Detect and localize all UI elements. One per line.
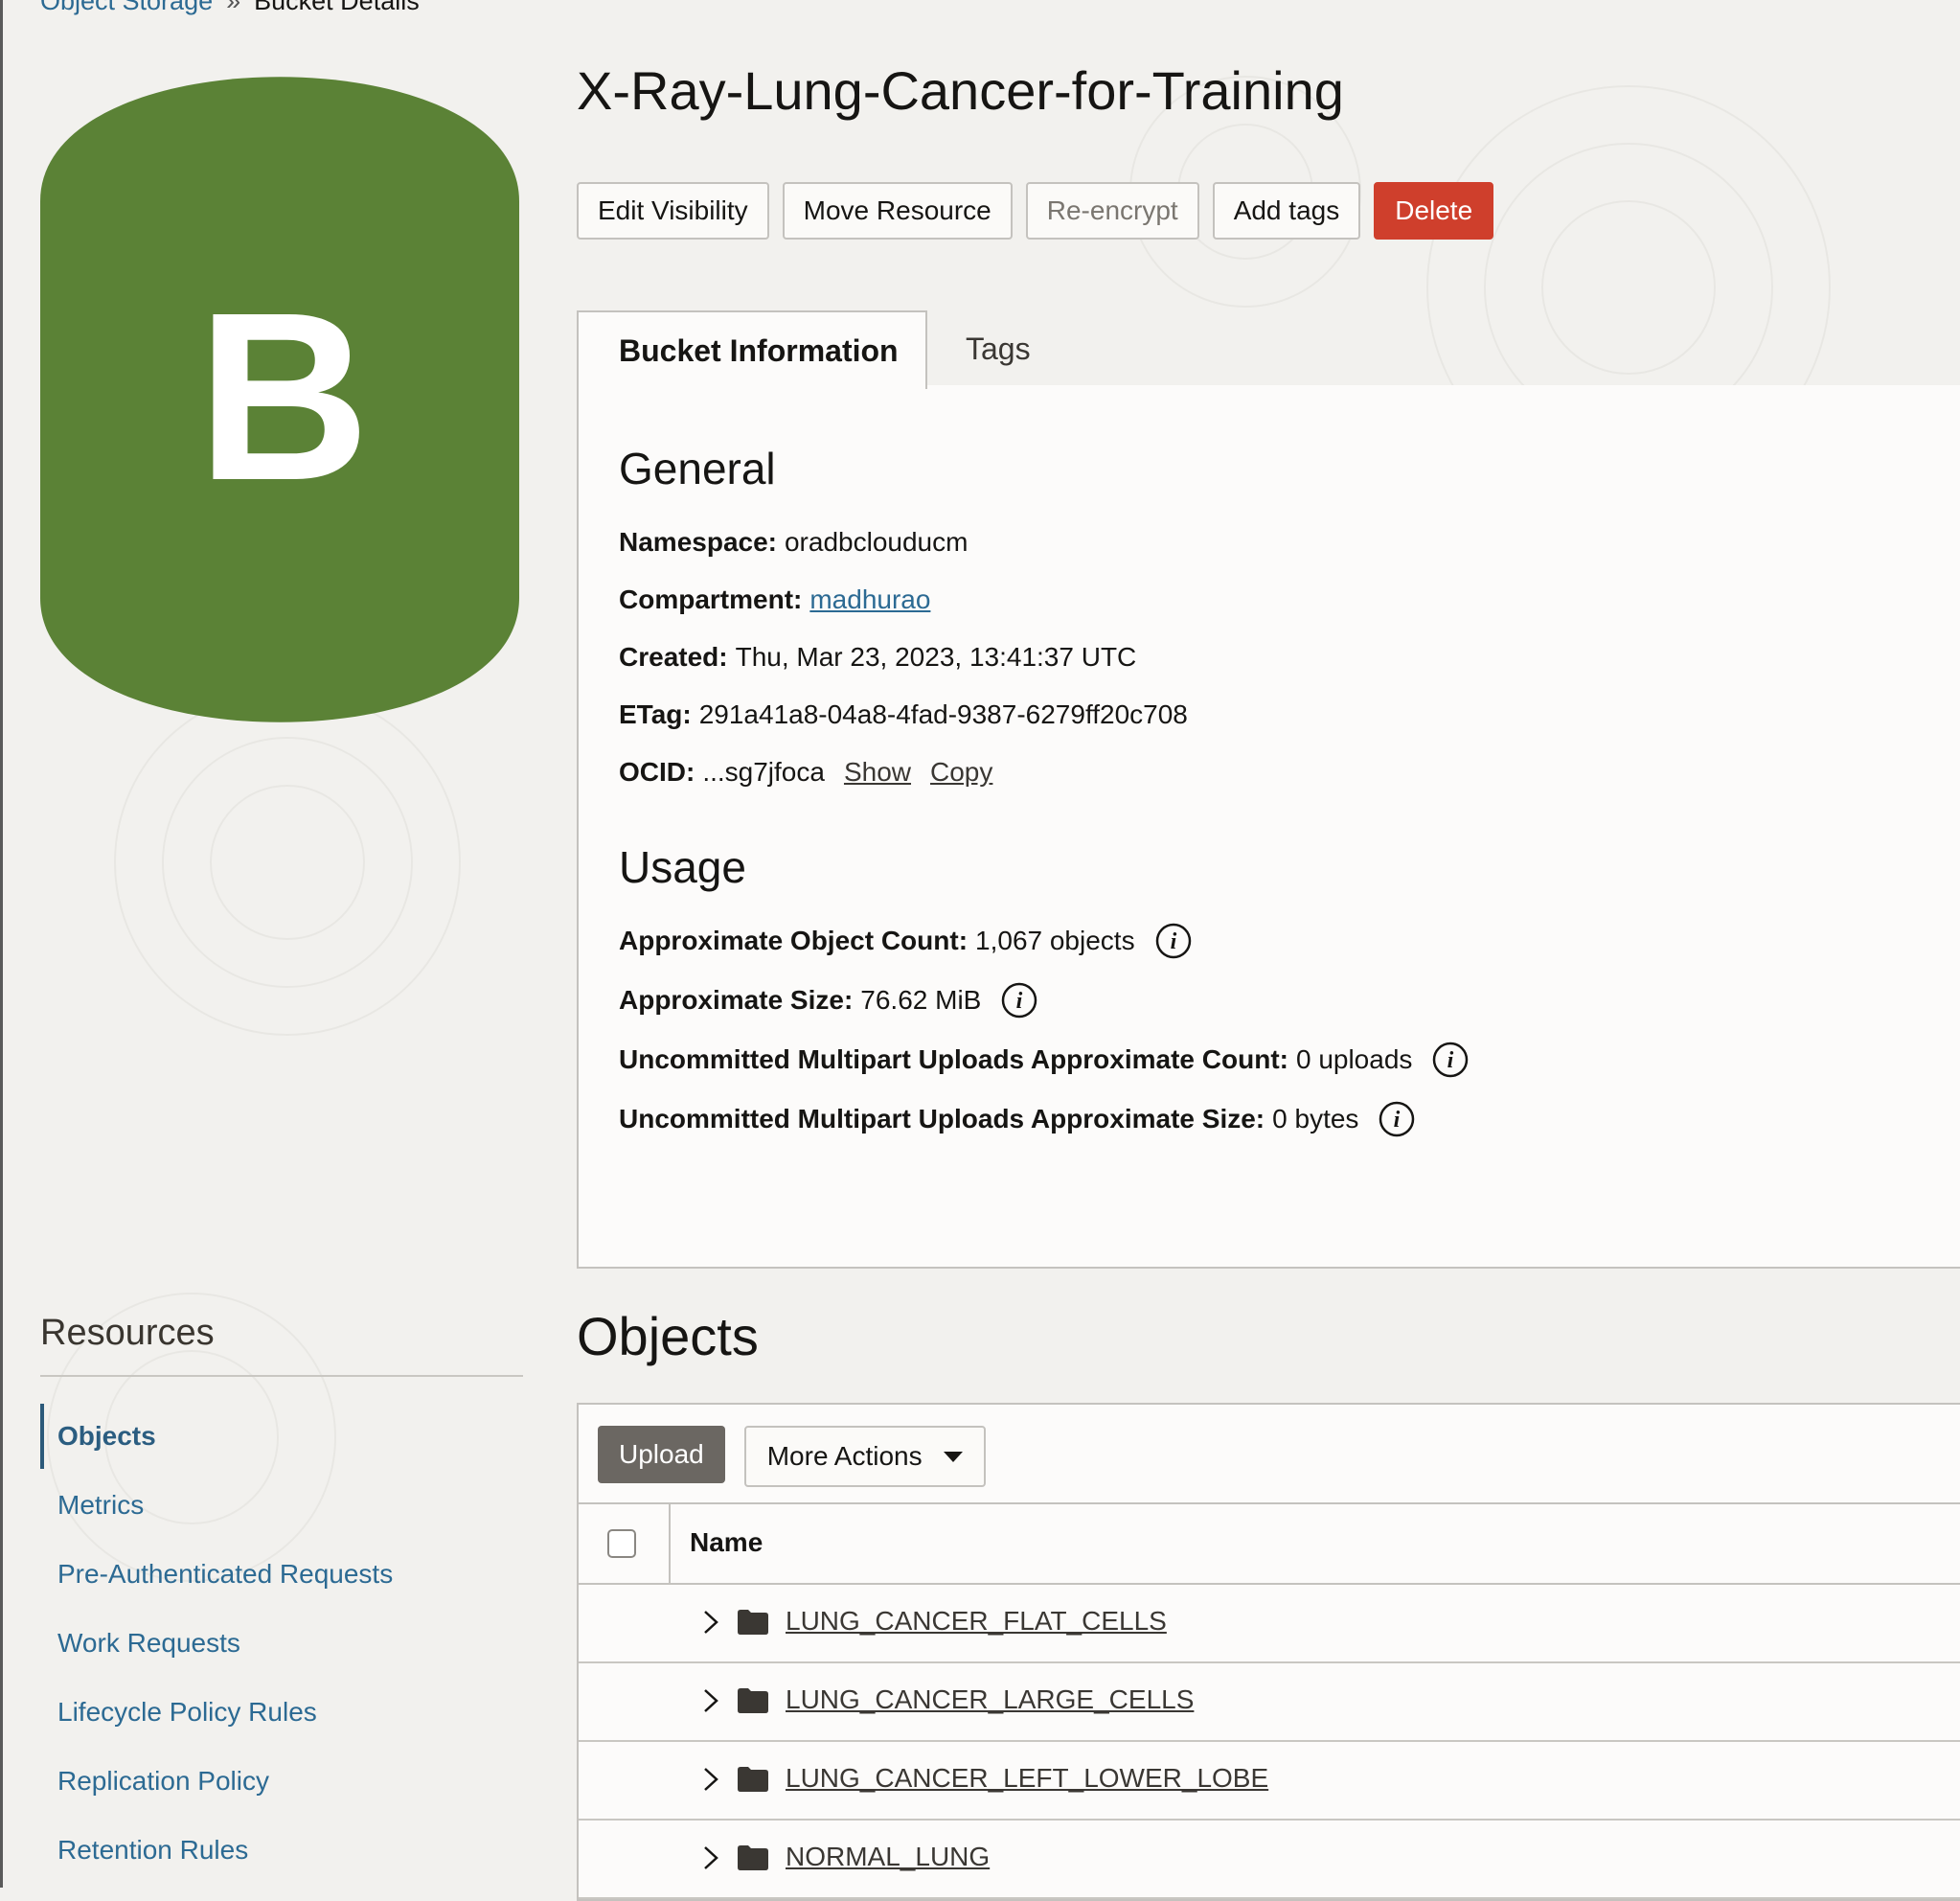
folder-icon xyxy=(738,1688,768,1713)
compartment-field: Compartment: madhurao xyxy=(619,584,930,615)
ocid-field: OCID: ...sg7jfoca Show Copy xyxy=(619,757,992,788)
move-resource-button[interactable]: Move Resource xyxy=(782,182,1013,240)
add-tags-button[interactable]: Add tags xyxy=(1212,182,1361,240)
multipart-size-value: 0 bytes xyxy=(1272,1104,1359,1134)
delete-button[interactable]: Delete xyxy=(1374,182,1494,240)
namespace-value: oradbclouducm xyxy=(784,527,969,557)
table-row: LUNG_CANCER_LARGE_CELLS xyxy=(579,1663,1960,1742)
approx-size-field: Approximate Size: 76.62 MiB i xyxy=(619,981,1038,1019)
ocid-label: OCID: xyxy=(619,757,695,787)
upload-button[interactable]: Upload xyxy=(598,1426,725,1483)
object-count-value: 1,067 objects xyxy=(975,926,1135,955)
multipart-size-label: Uncommitted Multipart Uploads Approximat… xyxy=(619,1104,1265,1134)
more-actions-dropdown[interactable]: More Actions xyxy=(743,1426,986,1487)
detail-tabs: Bucket Information Tags xyxy=(577,310,1960,389)
breadcrumb-object-storage[interactable]: Object Storage xyxy=(40,0,213,15)
reencrypt-button[interactable]: Re-encrypt xyxy=(1025,182,1199,240)
tab-bucket-information[interactable]: Bucket Information xyxy=(577,310,927,389)
resource-item-retention-rules[interactable]: Retention Rules xyxy=(40,1816,523,1885)
approx-size-value: 76.62 MiB xyxy=(860,985,982,1015)
svg-text:i: i xyxy=(1394,1108,1401,1133)
namespace-field: Namespace: oradbclouducm xyxy=(619,527,968,558)
compartment-label: Compartment: xyxy=(619,584,803,614)
folder-icon xyxy=(738,1845,768,1870)
created-value: Thu, Mar 23, 2023, 13:41:37 UTC xyxy=(735,642,1137,672)
folder-icon xyxy=(738,1767,768,1792)
info-icon[interactable]: i xyxy=(1378,1100,1416,1138)
svg-text:i: i xyxy=(1447,1048,1454,1073)
bucket-icon: B xyxy=(40,77,519,722)
chevron-right-icon[interactable] xyxy=(697,1844,724,1872)
folder-icon xyxy=(738,1610,768,1635)
resources-title: Resources xyxy=(40,1313,215,1353)
compartment-link[interactable]: madhurao xyxy=(809,584,930,615)
etag-field: ETag: 291a41a8-04a8-4fad-9387-6279ff20c7… xyxy=(619,699,1188,730)
resources-list: Objects Metrics Pre-Authenticated Reques… xyxy=(40,1402,523,1885)
chevron-right-icon[interactable] xyxy=(697,1765,724,1794)
general-heading: General xyxy=(619,444,776,493)
info-icon[interactable]: i xyxy=(1431,1041,1470,1079)
resource-item-replication-policy[interactable]: Replication Policy xyxy=(40,1747,523,1816)
objects-panel: Upload More Actions Name LUNG_CANCER_FLA… xyxy=(577,1403,1960,1901)
created-field: Created: Thu, Mar 23, 2023, 13:41:37 UTC xyxy=(619,642,1136,673)
multipart-count-field: Uncommitted Multipart Uploads Approximat… xyxy=(619,1041,1470,1079)
action-bar: Edit Visibility Move Resource Re-encrypt… xyxy=(577,182,1507,240)
resource-item-pre-authenticated-requests[interactable]: Pre-Authenticated Requests xyxy=(40,1540,523,1609)
resource-item-lifecycle-policy-rules[interactable]: Lifecycle Policy Rules xyxy=(40,1678,523,1747)
multipart-size-field: Uncommitted Multipart Uploads Approximat… xyxy=(619,1100,1416,1138)
objects-table: Name LUNG_CANCER_FLAT_CELLS LUNG_CANCER_… xyxy=(579,1502,1960,1899)
select-all-checkbox[interactable] xyxy=(607,1529,636,1558)
edit-visibility-button[interactable]: Edit Visibility xyxy=(577,182,769,240)
ocid-value: ...sg7jfoca xyxy=(702,757,825,787)
table-row: LUNG_CANCER_LEFT_LOWER_LOBE xyxy=(579,1742,1960,1821)
ocid-copy-link[interactable]: Copy xyxy=(930,757,992,788)
object-count-field: Approximate Object Count: 1,067 objects … xyxy=(619,922,1193,960)
multipart-count-label: Uncommitted Multipart Uploads Approximat… xyxy=(619,1044,1288,1074)
resource-item-work-requests[interactable]: Work Requests xyxy=(40,1609,523,1678)
object-count-label: Approximate Object Count: xyxy=(619,926,969,955)
folder-link[interactable]: LUNG_CANCER_FLAT_CELLS xyxy=(786,1606,1167,1637)
svg-text:i: i xyxy=(1016,989,1023,1014)
objects-toolbar: Upload More Actions xyxy=(598,1426,986,1487)
info-icon[interactable]: i xyxy=(1000,981,1038,1019)
resources-divider xyxy=(40,1375,523,1377)
tab-tags[interactable]: Tags xyxy=(966,310,1031,387)
table-header: Name xyxy=(579,1502,1960,1585)
folder-link[interactable]: NORMAL_LUNG xyxy=(786,1842,990,1872)
chevron-right-icon[interactable] xyxy=(697,1686,724,1715)
objects-heading: Objects xyxy=(577,1306,759,1366)
table-row: LUNG_CANCER_FLAT_CELLS xyxy=(579,1585,1960,1663)
column-divider xyxy=(669,1504,671,1583)
namespace-label: Namespace: xyxy=(619,527,777,557)
caret-down-icon xyxy=(943,1451,963,1462)
column-header-name[interactable]: Name xyxy=(690,1527,763,1558)
ocid-show-link[interactable]: Show xyxy=(844,757,911,788)
resource-item-objects[interactable]: Objects xyxy=(40,1402,523,1471)
multipart-count-value: 0 uploads xyxy=(1295,1044,1413,1074)
breadcrumb-separator: » xyxy=(226,0,241,15)
info-icon[interactable]: i xyxy=(1154,922,1193,960)
resources-panel: Resources Objects Metrics Pre-Authentica… xyxy=(40,1313,523,1885)
approx-size-label: Approximate Size: xyxy=(619,985,854,1015)
folder-link[interactable]: LUNG_CANCER_LARGE_CELLS xyxy=(786,1684,1194,1715)
left-window-edge xyxy=(0,0,3,1888)
bucket-information-panel: General Namespace: oradbclouducm Compart… xyxy=(577,385,1960,1269)
folder-link[interactable]: LUNG_CANCER_LEFT_LOWER_LOBE xyxy=(786,1763,1268,1794)
page-title: X-Ray-Lung-Cancer-for-Training xyxy=(577,60,1344,121)
breadcrumb-current: Bucket Details xyxy=(254,0,420,15)
breadcrumb: Object Storage » Bucket Details xyxy=(40,0,420,16)
usage-heading: Usage xyxy=(619,842,746,892)
created-label: Created: xyxy=(619,642,728,672)
etag-value: 291a41a8-04a8-4fad-9387-6279ff20c708 xyxy=(698,699,1188,729)
more-actions-label: More Actions xyxy=(766,1441,923,1471)
svg-text:i: i xyxy=(1170,929,1176,954)
chevron-right-icon[interactable] xyxy=(697,1608,724,1637)
etag-label: ETag: xyxy=(619,699,692,729)
resource-item-metrics[interactable]: Metrics xyxy=(40,1471,523,1540)
bucket-icon-letter: B xyxy=(197,263,371,530)
